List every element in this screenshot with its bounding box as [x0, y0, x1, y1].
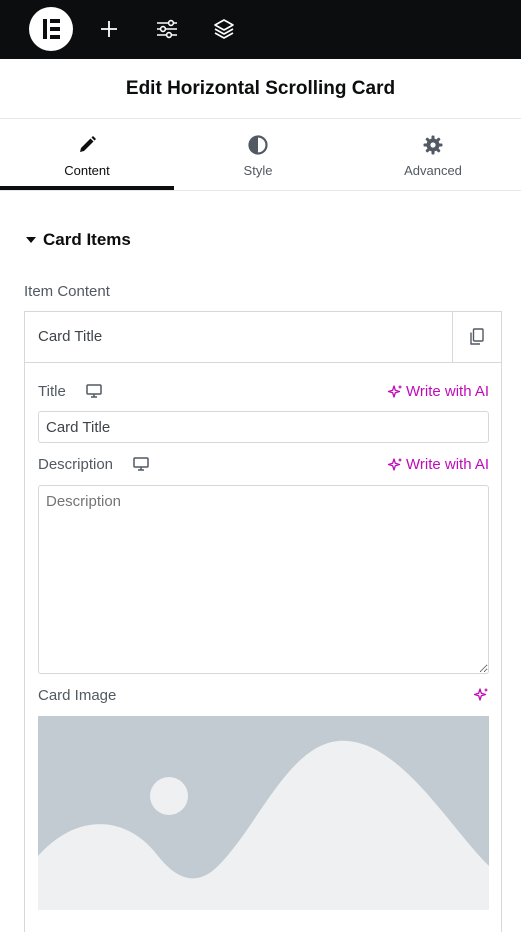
sparkle-icon [387, 385, 402, 398]
title-field-label: Title [38, 383, 66, 400]
tab-style-label: Style [243, 163, 273, 178]
copy-icon [470, 328, 484, 345]
tab-style[interactable]: Style [171, 119, 345, 190]
duplicate-button[interactable] [452, 312, 502, 362]
image-placeholder-icon [38, 740, 489, 910]
write-with-ai-title-button[interactable]: Write with AI [387, 383, 490, 401]
sliders-icon[interactable] [152, 14, 182, 44]
description-field-label: Description [38, 456, 114, 473]
caret-down-icon [26, 237, 36, 243]
card-image-label: Card Image [38, 687, 117, 704]
panel-header: Edit Horizontal Scrolling Card [0, 59, 521, 119]
layers-icon[interactable] [209, 14, 239, 44]
repeater-item-title: Card Title [38, 328, 103, 345]
contrast-icon [248, 135, 268, 155]
title-input[interactable] [38, 411, 489, 443]
elementor-logo-icon[interactable] [29, 7, 73, 51]
desktop-icon[interactable] [133, 457, 149, 471]
gear-icon [423, 135, 443, 155]
tab-advanced-label: Advanced [404, 163, 462, 178]
add-icon[interactable] [94, 14, 124, 44]
sparkle-icon [387, 458, 402, 471]
repeater-item-header[interactable]: Card Title [25, 312, 501, 363]
image-upload-placeholder[interactable] [38, 716, 489, 910]
write-with-ai-label: Write with AI [406, 383, 490, 400]
pencil-icon [80, 136, 96, 152]
desktop-icon[interactable] [86, 384, 102, 398]
section-title: Card Items [43, 230, 131, 249]
tab-advanced[interactable]: Advanced [346, 119, 520, 190]
sparkle-icon[interactable] [473, 687, 489, 703]
item-content-label: Item Content [24, 283, 110, 300]
tab-content[interactable]: Content [0, 119, 174, 190]
write-with-ai-label: Write with AI [406, 456, 490, 473]
tab-content-label: Content [64, 163, 110, 178]
write-with-ai-description-button[interactable]: Write with AI [387, 456, 490, 474]
page-title: Edit Horizontal Scrolling Card [125, 78, 396, 99]
description-textarea[interactable] [38, 485, 489, 674]
tabs: Content Style Advanced [0, 119, 521, 191]
top-toolbar [0, 0, 521, 59]
